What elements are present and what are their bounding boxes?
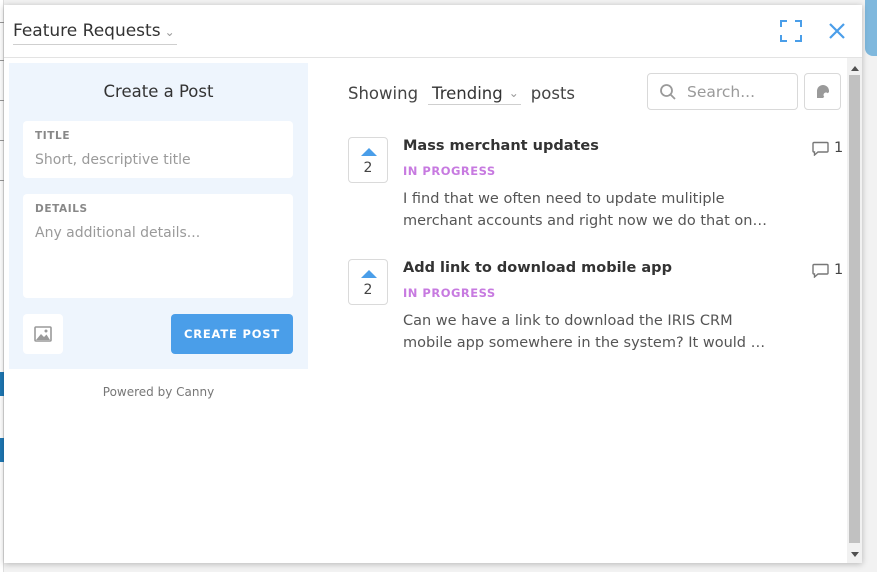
comment-count: 1 xyxy=(812,140,843,156)
feedback-widget: Feature Requests ⌄ Create a Post TITLE D… xyxy=(4,5,862,563)
filter-icon xyxy=(816,84,829,98)
post-item[interactable]: 2 Add link to download mobile app IN PRO… xyxy=(348,259,843,359)
post-title[interactable]: Mass merchant updates xyxy=(403,138,599,154)
image-icon xyxy=(34,326,52,342)
title-input[interactable] xyxy=(35,150,281,170)
title-label: TITLE xyxy=(35,130,71,142)
post-body-line: I find that we often need to update muli… xyxy=(403,191,725,207)
post-body: I find that we often need to update muli… xyxy=(403,188,773,232)
create-post-heading: Create a Post xyxy=(103,82,214,101)
post-item[interactable]: 2 Mass merchant updates IN PROGRESS I fi… xyxy=(348,137,843,237)
search-icon xyxy=(660,83,676,100)
post-status: IN PROGRESS xyxy=(403,286,496,300)
title-field: TITLE xyxy=(23,121,293,178)
post-body-line: mobile app somewhere in the system? It w… xyxy=(403,335,773,351)
search-input[interactable] xyxy=(687,82,797,101)
widget-header: Feature Requests ⌄ xyxy=(4,5,862,58)
close-icon xyxy=(829,23,845,39)
post-title[interactable]: Add link to download mobile app xyxy=(403,260,672,276)
post-body: Can we have a link to download the IRIS … xyxy=(403,310,773,354)
post-status: IN PROGRESS xyxy=(403,164,496,178)
post-body-line: Can we have a link to download the IRIS … xyxy=(403,313,733,329)
comment-icon xyxy=(812,141,829,156)
chevron-down-icon: ⌄ xyxy=(508,86,519,100)
sort-value: Trending xyxy=(432,83,503,103)
create-post-panel: Create a Post TITLE DETAILS CREATE POST xyxy=(9,63,308,369)
details-input[interactable] xyxy=(35,225,281,285)
filter-button[interactable] xyxy=(804,73,841,110)
board-name: Feature Requests xyxy=(13,21,161,41)
board-selector[interactable]: Feature Requests ⌄ xyxy=(13,18,177,45)
powered-by-link[interactable]: Powered by Canny xyxy=(9,385,308,399)
search-box xyxy=(647,73,798,110)
expand-icon xyxy=(780,20,802,42)
chevron-down-icon: ⌄ xyxy=(164,25,175,39)
comment-count-value: 1 xyxy=(834,140,844,156)
scrollbar[interactable] xyxy=(847,58,862,563)
details-label: DETAILS xyxy=(35,203,88,215)
comment-icon xyxy=(812,263,829,278)
details-field: DETAILS xyxy=(23,194,293,298)
vote-count: 2 xyxy=(363,282,373,298)
scroll-down-arrow-icon[interactable] xyxy=(851,552,859,557)
expand-button[interactable] xyxy=(780,20,802,42)
upvote-arrow-icon xyxy=(361,148,377,156)
sort-dropdown[interactable]: Trending ⌄ xyxy=(428,82,521,105)
background-decoration xyxy=(865,0,877,56)
close-button[interactable] xyxy=(826,20,848,42)
sort-bar: Showing Trending ⌄ posts xyxy=(348,78,575,108)
post-body-line: merchant accounts and right now we do th… xyxy=(403,213,773,229)
upvote-arrow-icon xyxy=(361,270,377,278)
create-post-button[interactable]: CREATE POST xyxy=(171,314,293,354)
showing-suffix: posts xyxy=(530,83,576,103)
showing-prefix: Showing xyxy=(348,83,419,103)
vote-count: 2 xyxy=(363,160,373,176)
scrollbar-thumb[interactable] xyxy=(849,75,860,543)
scroll-up-arrow-icon[interactable] xyxy=(851,66,859,71)
comment-count-value: 1 xyxy=(834,262,844,278)
attach-image-button[interactable] xyxy=(23,314,63,354)
upvote-button[interactable]: 2 xyxy=(348,259,388,305)
comment-count: 1 xyxy=(812,262,843,278)
upvote-button[interactable]: 2 xyxy=(348,137,388,183)
